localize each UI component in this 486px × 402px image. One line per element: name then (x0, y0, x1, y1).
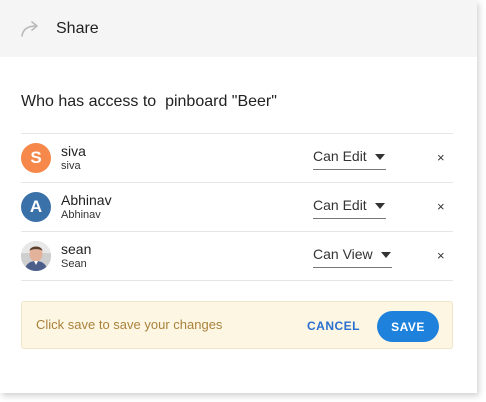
share-arrow-icon (20, 20, 40, 37)
user-display-name: sean (61, 241, 92, 257)
dialog-header: Share (0, 0, 477, 57)
access-heading: Who has access to pinboard "Beer" (21, 93, 277, 110)
save-button[interactable]: SAVE (377, 311, 439, 342)
save-changes-bar: Click save to save your changes CANCEL S… (21, 301, 453, 349)
user-row-sean: sean Sean Can View × (21, 232, 453, 281)
user-login-name: Abhinav (61, 209, 101, 221)
user-names: sean Sean (61, 242, 91, 270)
caret-down-icon (374, 203, 385, 209)
avatar: A (21, 192, 51, 222)
caret-down-icon (380, 252, 391, 258)
user-names: Abhinav Abhinav (61, 193, 112, 221)
user-display-name: Abhinav (61, 192, 112, 208)
remove-user-button[interactable]: × (437, 199, 445, 215)
user-names: siva siva (61, 144, 86, 172)
user-login-name: siva (61, 160, 81, 172)
permission-dropdown[interactable]: Can Edit (313, 197, 386, 219)
permission-dropdown[interactable]: Can View (313, 246, 392, 268)
permission-value: Can View (313, 246, 373, 262)
remove-user-button[interactable]: × (437, 248, 445, 264)
avatar: S (21, 143, 51, 173)
caret-down-icon (374, 154, 385, 160)
permission-dropdown[interactable]: Can Edit (313, 148, 386, 170)
user-row-siva: S siva siva Can Edit × (21, 134, 453, 183)
user-login-name: Sean (61, 258, 87, 270)
permission-value: Can Edit (313, 197, 367, 213)
user-row-abhinav: A Abhinav Abhinav Can Edit × (21, 183, 453, 232)
permission-value: Can Edit (313, 148, 367, 164)
unsaved-changes-hint: Click save to save your changes (36, 317, 223, 332)
avatar-initial: S (30, 148, 42, 167)
avatar-photo (21, 241, 51, 271)
user-display-name: siva (61, 143, 86, 159)
access-list: S siva siva Can Edit × A Abhinav Abhinav… (21, 133, 453, 281)
dialog-title: Share (56, 19, 99, 37)
cancel-button[interactable]: CANCEL (307, 319, 360, 333)
share-dialog: Share Who has access to pinboard "Beer" … (0, 0, 477, 393)
remove-user-button[interactable]: × (437, 150, 445, 166)
avatar-initial: A (29, 197, 43, 216)
